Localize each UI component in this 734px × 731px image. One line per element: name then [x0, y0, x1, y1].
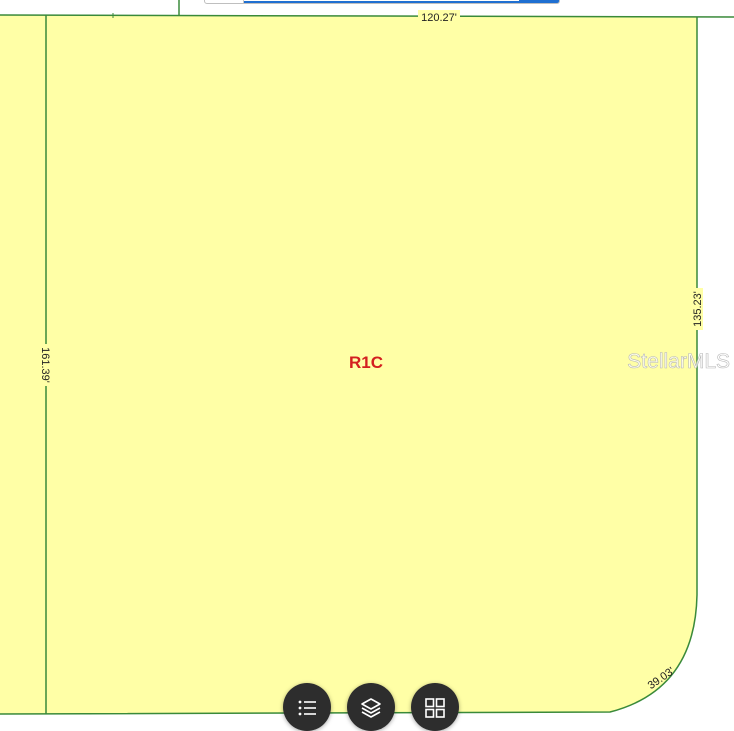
dimension-top-label: 120.27' — [421, 12, 457, 24]
layers-button[interactable] — [347, 683, 395, 731]
dimension-right-label: 135.23' — [692, 291, 704, 327]
layers-icon — [361, 698, 381, 718]
search-bar[interactable] — [204, 0, 560, 4]
legend-button[interactable] — [283, 683, 331, 731]
grid-icon — [425, 698, 445, 718]
list-icon — [298, 700, 316, 716]
parcel-map[interactable]: 120.27' 161.39' 135.23' 39.03' R1C Stell… — [0, 0, 734, 720]
dimension-left-label: 161.39' — [39, 347, 51, 383]
watermark-text: StellarMLS — [627, 350, 730, 373]
basemap-button[interactable] — [411, 683, 459, 731]
zone-label: R1C — [349, 353, 383, 372]
search-button[interactable] — [519, 0, 559, 3]
search-input[interactable] — [244, 0, 519, 3]
